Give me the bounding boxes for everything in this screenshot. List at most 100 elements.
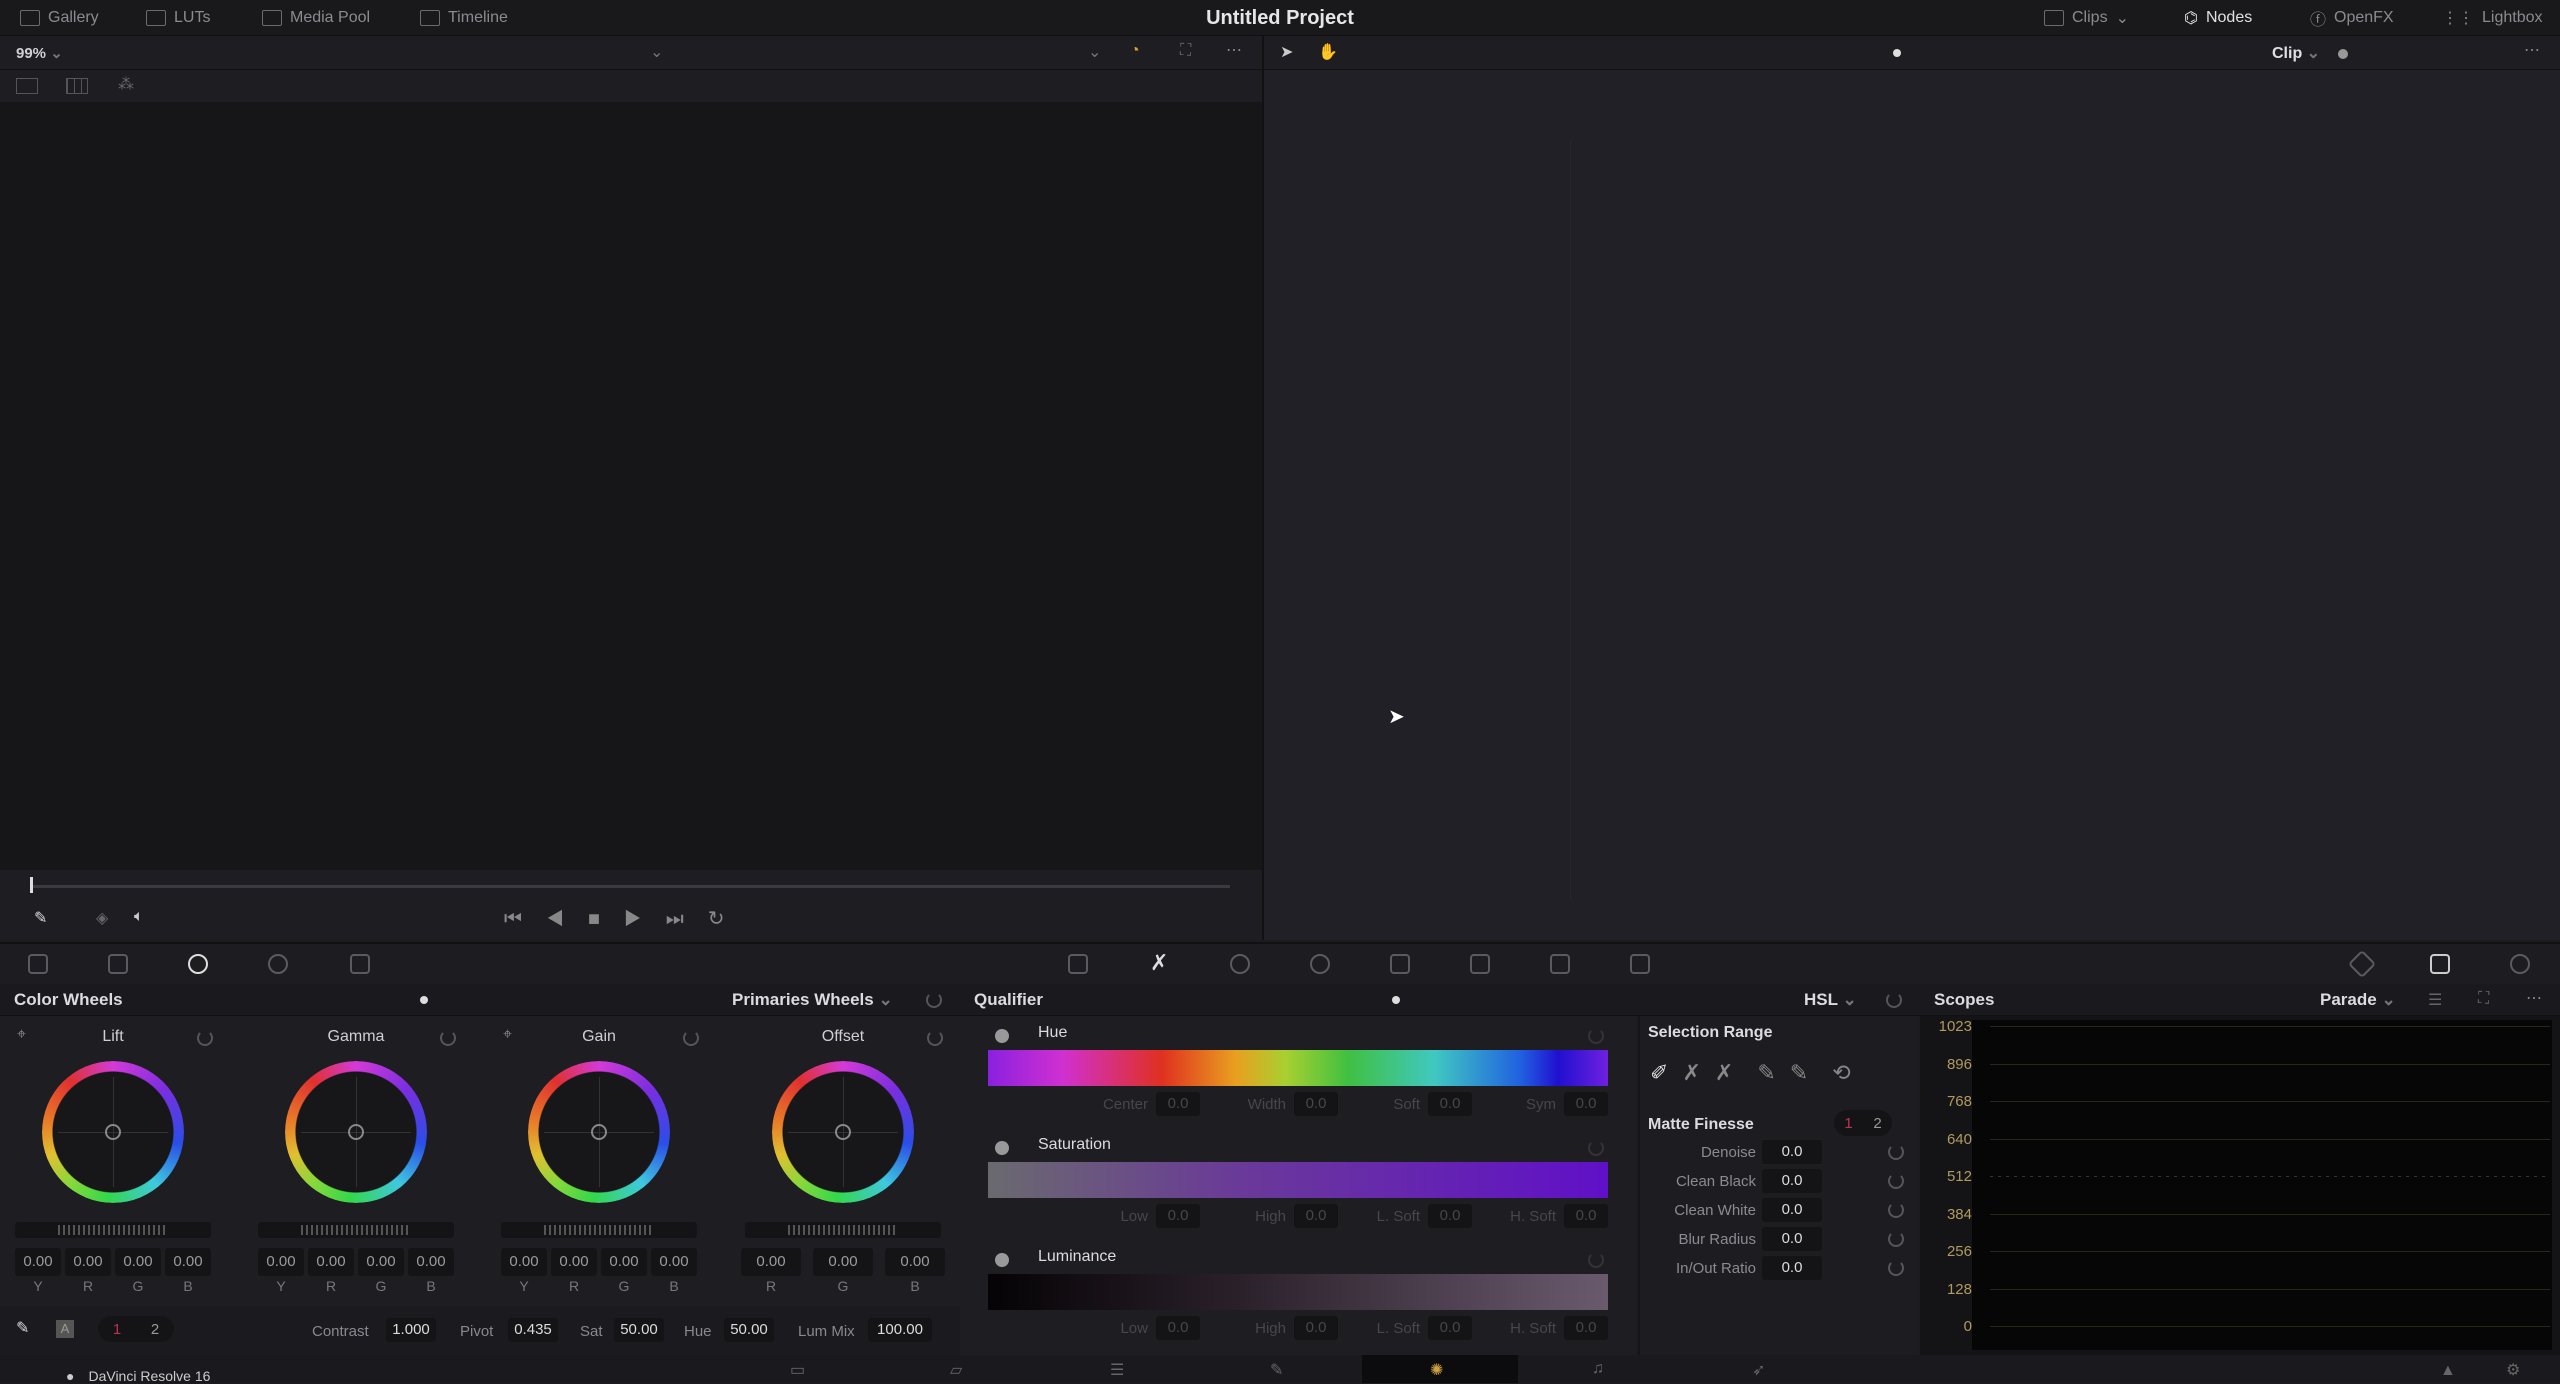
layers-icon[interactable]: ◈ — [96, 908, 108, 928]
tracker-icon[interactable] — [1310, 954, 1330, 974]
page-1-button[interactable]: 1 — [1844, 1115, 1852, 1132]
color-wheels-icon[interactable] — [188, 954, 208, 974]
matte-clean-black-field[interactable]: 0.0 — [1762, 1169, 1822, 1193]
qualifier-field[interactable]: 0.0 — [1156, 1316, 1200, 1340]
motion-effects-icon[interactable] — [350, 954, 370, 974]
tab-lightbox[interactable]: ⋮⋮ Lightbox — [2442, 0, 2543, 36]
wheel-value-b[interactable]: 0.00 — [651, 1248, 697, 1276]
invert-icon[interactable]: ⟲ — [1832, 1060, 1850, 1086]
grid-view-icon[interactable] — [66, 78, 88, 94]
color-page-icon[interactable]: ✺ — [1430, 1360, 1443, 1380]
matte-blur-radius-field[interactable]: 0.0 — [1762, 1227, 1822, 1251]
reset-icon[interactable] — [683, 1030, 699, 1046]
qualifier-field[interactable]: 0.0 — [1564, 1316, 1608, 1340]
param-lum-mix-field[interactable]: 100.00 — [868, 1318, 932, 1342]
tab-nodes[interactable]: ⌬ Nodes — [2184, 0, 2252, 36]
qualifier-field[interactable]: 0.0 — [1564, 1092, 1608, 1116]
scrubber-track[interactable] — [30, 885, 1230, 888]
param-pivot-field[interactable]: 0.435 — [508, 1318, 558, 1342]
wheel-center-handle[interactable] — [348, 1124, 364, 1140]
qualifier-field[interactable]: 0.0 — [1156, 1092, 1200, 1116]
picker-plus-icon[interactable]: ✗ — [1715, 1060, 1733, 1086]
3d-icon[interactable] — [1630, 954, 1650, 974]
skip-end-icon[interactable]: ⏭ — [666, 908, 708, 930]
page-dot[interactable] — [420, 996, 428, 1004]
qualifier-field[interactable]: 0.0 — [1294, 1316, 1338, 1340]
reset-icon[interactable] — [197, 1030, 213, 1046]
loop-icon[interactable]: ↻ — [708, 908, 749, 930]
stop-icon[interactable]: ■ — [588, 908, 624, 930]
wheel-value-g[interactable]: 0.00 — [115, 1248, 161, 1276]
qualifier-field[interactable]: 0.0 — [1294, 1204, 1338, 1228]
feather-plus-icon[interactable]: ✎ — [1790, 1060, 1808, 1086]
reset-icon[interactable] — [1588, 1140, 1604, 1156]
picker-icon[interactable]: ✎ — [34, 908, 47, 928]
auto-balance-button[interactable]: A — [56, 1320, 74, 1338]
wheel-value-r[interactable]: 0.00 — [65, 1248, 111, 1276]
more-icon[interactable]: ⋯ — [2524, 40, 2540, 60]
param-contrast-field[interactable]: 1.000 — [386, 1318, 436, 1342]
rgb-mixer-icon[interactable] — [268, 954, 288, 974]
page-1-button[interactable]: 1 — [113, 1321, 121, 1338]
picker-icon[interactable]: ✐ — [1650, 1060, 1668, 1086]
hue-range-bar[interactable] — [988, 1050, 1608, 1086]
wheel-center-handle[interactable] — [835, 1124, 851, 1140]
node-editor[interactable] — [1264, 70, 2560, 940]
single-view-icon[interactable] — [16, 78, 38, 94]
page-2-button[interactable]: 2 — [151, 1321, 159, 1338]
node-zoom-slider[interactable] — [2338, 49, 2348, 59]
color-match-icon[interactable] — [108, 954, 128, 974]
magic-wand-icon[interactable]: ⁂ — [118, 74, 134, 94]
color-bypass-icon[interactable]: ◔ — [1130, 42, 1140, 60]
param-sat-field[interactable]: 50.00 — [614, 1318, 664, 1342]
wheel-value-y[interactable]: 0.00 — [501, 1248, 547, 1276]
step-back-icon[interactable]: ◀ — [546, 908, 588, 930]
reset-icon[interactable] — [440, 1030, 456, 1046]
matte-in-out-ratio-field[interactable]: 0.0 — [1762, 1256, 1822, 1280]
master-wheel-slider[interactable] — [745, 1222, 941, 1238]
reset-icon[interactable] — [1888, 1260, 1904, 1276]
more-icon[interactable]: ⋯ — [1226, 40, 1242, 60]
media-page-icon[interactable]: ▭ — [790, 1360, 805, 1380]
picker-minus-icon[interactable]: ✗ — [1682, 1060, 1700, 1086]
reset-icon[interactable] — [1886, 992, 1902, 1008]
qualifier-icon[interactable]: ✗ — [1150, 950, 1168, 976]
sizing-icon[interactable] — [1550, 954, 1570, 974]
scopes-icon[interactable] — [2430, 954, 2450, 974]
qualifier-field[interactable]: 0.0 — [1564, 1204, 1608, 1228]
master-wheel-slider[interactable] — [15, 1222, 211, 1238]
more-icon[interactable]: ⋯ — [2526, 988, 2542, 1008]
matte-denoise-field[interactable]: 0.0 — [1762, 1140, 1822, 1164]
wheel-value-y[interactable]: 0.00 — [15, 1248, 61, 1276]
crosshair-icon[interactable]: ⌖ — [17, 1026, 26, 1044]
wheels-mode-select[interactable]: Primaries Wheels ⌄ — [732, 990, 893, 1010]
fusion-page-icon[interactable]: ✎ — [1270, 1360, 1283, 1380]
settings-icon[interactable]: ☰ — [2428, 990, 2442, 1010]
edit-page-icon[interactable]: ☰ — [1110, 1360, 1124, 1380]
reset-icon[interactable] — [1588, 1252, 1604, 1268]
page-2-button[interactable]: 2 — [1873, 1115, 1881, 1132]
reset-icon[interactable] — [926, 992, 942, 1008]
tab-clips[interactable]: Clips ⌄ — [2044, 0, 2129, 36]
wheel-value-r[interactable]: 0.00 — [308, 1248, 354, 1276]
qualifier-field[interactable]: 0.0 — [1428, 1204, 1472, 1228]
zoom-select[interactable]: 99% ⌄ — [16, 44, 63, 62]
playhead[interactable] — [30, 877, 33, 893]
master-wheel-slider[interactable] — [258, 1222, 454, 1238]
wheel-value-b[interactable]: 0.00 — [885, 1248, 945, 1276]
crosshair-icon[interactable]: ⌖ — [503, 1026, 512, 1044]
reset-icon[interactable] — [927, 1030, 943, 1046]
page-dot[interactable] — [1392, 996, 1400, 1004]
reset-icon[interactable] — [1588, 1028, 1604, 1044]
pointer-icon[interactable]: ➤ — [1280, 42, 1293, 62]
luminance-range-bar[interactable] — [988, 1274, 1608, 1310]
picker-icon[interactable]: ✎ — [16, 1318, 29, 1338]
wheel-center-handle[interactable] — [591, 1124, 607, 1140]
reset-icon[interactable] — [1888, 1231, 1904, 1247]
reset-icon[interactable] — [1888, 1202, 1904, 1218]
param-hue-field[interactable]: 50.00 — [724, 1318, 774, 1342]
page-dot[interactable] — [1893, 49, 1901, 57]
curves-icon[interactable] — [1068, 954, 1088, 974]
luminance-toggle[interactable] — [995, 1253, 1009, 1267]
key-icon[interactable] — [1470, 954, 1490, 974]
